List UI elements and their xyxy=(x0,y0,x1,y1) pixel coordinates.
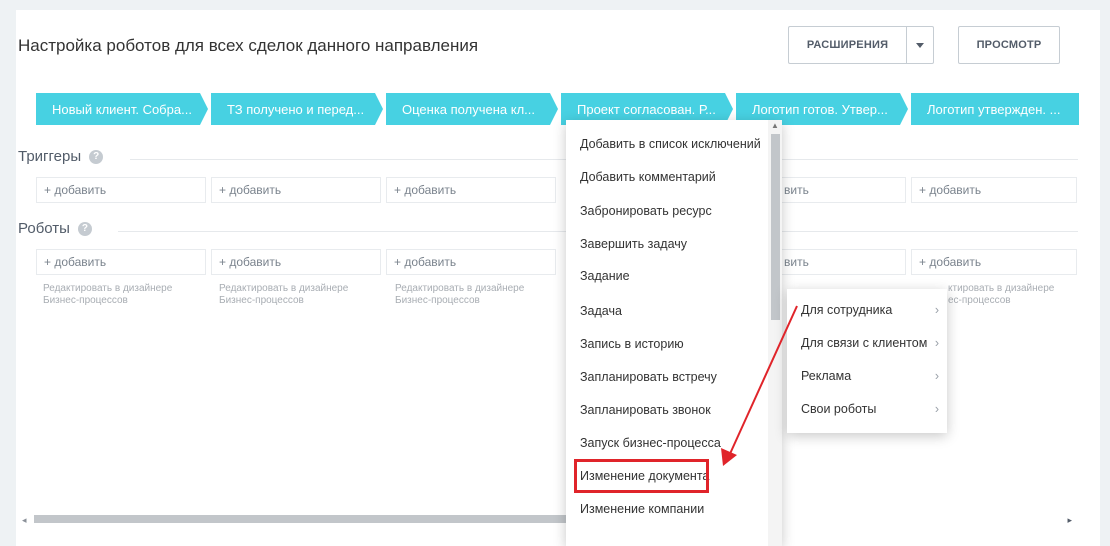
add-trigger-1[interactable]: + добавить xyxy=(36,177,206,203)
help-icon[interactable]: ? xyxy=(77,221,92,236)
horizontal-scrollbar[interactable]: ◂ ▸ xyxy=(20,513,1080,525)
menu-item-schedule-call[interactable]: Запланировать звонок xyxy=(580,403,711,417)
submenu-item-client-communication[interactable]: Для связи с клиентом › xyxy=(801,336,939,350)
add-trigger-2[interactable]: + добавить xyxy=(211,177,381,203)
add-trigger-6[interactable]: + добавить xyxy=(911,177,1077,203)
chevron-right-icon: › xyxy=(934,402,939,416)
menu-item-schedule-meeting[interactable]: Запланировать встречу xyxy=(580,370,717,384)
menu-item-complete-task[interactable]: Завершить задачу xyxy=(580,237,687,251)
submenu-item-advertising[interactable]: Реклама › xyxy=(801,369,939,383)
designer-link-6[interactable]: ктировать в дизайнере ес-процессов xyxy=(948,283,1068,307)
menu-item-task[interactable]: Задача xyxy=(580,304,622,318)
stage-column-6[interactable]: Логотип утвержден. ... xyxy=(911,93,1079,125)
extensions-button[interactable]: РАСШИРЕНИЯ xyxy=(788,26,906,64)
menu-item-add-comment[interactable]: Добавить комментарий xyxy=(580,170,716,184)
robots-label: Роботы xyxy=(18,220,70,237)
stage-column-2[interactable]: ТЗ получено и перед... xyxy=(211,93,383,125)
menu-item-start-business-process[interactable]: Запуск бизнес-процесса xyxy=(580,436,721,450)
menu-item-add-to-exclusions[interactable]: Добавить в список исключений xyxy=(580,137,761,151)
add-robot-1[interactable]: + добавить xyxy=(36,249,206,275)
submenu-item-custom-robots[interactable]: Свои роботы › xyxy=(801,402,939,416)
add-robot-3[interactable]: + добавить xyxy=(386,249,556,275)
menu-item-history-entry[interactable]: Запись в историю xyxy=(580,337,684,351)
robots-heading: Роботы ? xyxy=(18,220,92,237)
highlight-box xyxy=(574,459,709,493)
scroll-up-icon[interactable]: ▲ xyxy=(771,121,779,130)
extensions-dropdown-button[interactable] xyxy=(906,26,934,64)
add-robot-6[interactable]: + добавить xyxy=(911,249,1077,275)
scroll-left-icon[interactable]: ◂ xyxy=(22,515,27,526)
chevron-right-icon: › xyxy=(934,369,939,383)
page-title: Настройка роботов для всех сделок данног… xyxy=(18,36,479,55)
add-trigger-3[interactable]: + добавить xyxy=(386,177,556,203)
add-robot-2[interactable]: + добавить xyxy=(211,249,381,275)
menu-item-book-resource[interactable]: Забронировать ресурс xyxy=(580,204,712,218)
chevron-right-icon: › xyxy=(934,303,939,317)
help-icon[interactable]: ? xyxy=(89,149,104,164)
menu-item-change-company[interactable]: Изменение компании xyxy=(580,502,704,516)
designer-link-2[interactable]: Редактировать в дизайнере Бизнес-процессо… xyxy=(219,283,389,307)
designer-link-1[interactable]: Редактировать в дизайнере Бизнес-процессо… xyxy=(43,283,213,307)
menu-scrollbar-thumb[interactable] xyxy=(771,134,780,320)
designer-link-3[interactable]: Редактировать в дизайнере Бизнес-процессо… xyxy=(395,283,565,307)
chevron-right-icon: › xyxy=(934,336,939,350)
menu-item-assignment[interactable]: Задание xyxy=(580,269,630,283)
view-button[interactable]: ПРОСМОТР xyxy=(958,26,1060,64)
stage-column-1[interactable]: Новый клиент. Собра... xyxy=(36,93,208,125)
triggers-label: Триггеры xyxy=(18,148,82,165)
scroll-right-icon[interactable]: ▸ xyxy=(1067,515,1072,526)
triggers-heading: Триггеры ? xyxy=(18,148,104,165)
stage-column-3[interactable]: Оценка получена кл... xyxy=(386,93,558,125)
robots-settings-panel xyxy=(16,10,1100,546)
submenu-item-for-employee[interactable]: Для сотрудника › xyxy=(801,303,939,317)
robot-category-submenu: Для сотрудника › Для связи с клиентом › … xyxy=(787,289,947,433)
caret-down-icon xyxy=(916,42,924,48)
menu-scrollbar[interactable]: ▲ xyxy=(768,120,782,546)
scrollbar-thumb[interactable] xyxy=(34,515,584,523)
